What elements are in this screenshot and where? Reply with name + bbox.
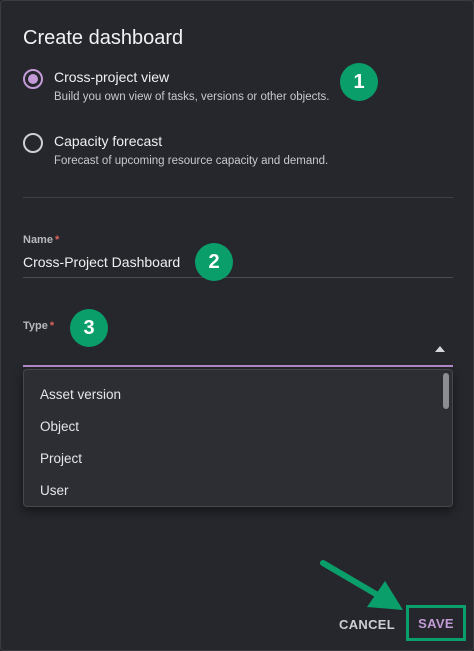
radio-button[interactable] bbox=[23, 133, 43, 153]
save-button[interactable]: SAVE bbox=[406, 605, 466, 641]
radio-label: Capacity forecast bbox=[54, 133, 163, 149]
required-marker: * bbox=[54, 234, 60, 246]
dropdown-option-user[interactable]: User bbox=[24, 475, 452, 506]
name-label-text: Name bbox=[23, 234, 53, 246]
dialog-title: Create dashboard bbox=[23, 27, 184, 49]
caret-up-icon[interactable] bbox=[435, 346, 445, 352]
section-divider bbox=[23, 197, 453, 198]
radio-option-cross-project[interactable]: Cross-project view Build you own view of… bbox=[23, 68, 330, 105]
name-input[interactable]: Cross-Project Dashboard bbox=[23, 254, 180, 270]
type-label-text: Type bbox=[23, 320, 48, 332]
dropdown-option-asset-version[interactable]: Asset version bbox=[24, 379, 452, 411]
radio-description: Build you own view of tasks, versions or… bbox=[54, 91, 330, 103]
radio-label: Cross-project view bbox=[54, 69, 170, 85]
dropdown-option-project[interactable]: Project bbox=[24, 443, 452, 475]
radio-description: Forecast of upcoming resource capacity a… bbox=[54, 155, 329, 167]
cancel-button[interactable]: CANCEL bbox=[339, 617, 395, 632]
annotation-badge-1: 1 bbox=[340, 63, 378, 101]
radio-button-selected[interactable] bbox=[23, 69, 43, 89]
name-input-underline bbox=[23, 277, 453, 278]
name-field-label: Name * bbox=[23, 234, 59, 246]
annotation-badge-2: 2 bbox=[195, 243, 233, 281]
dropdown-option-object[interactable]: Object bbox=[24, 411, 452, 443]
annotation-badge-3: 3 bbox=[70, 309, 108, 347]
required-marker: * bbox=[49, 320, 55, 332]
arrow-icon bbox=[320, 560, 403, 610]
type-select-underline[interactable] bbox=[23, 365, 453, 367]
create-dashboard-dialog: Create dashboard Cross-project view Buil… bbox=[0, 0, 474, 651]
type-dropdown-menu: Asset version Object Project User bbox=[23, 369, 453, 507]
type-field-label: Type * bbox=[23, 320, 54, 332]
dropdown-scrollbar[interactable] bbox=[443, 373, 449, 409]
radio-option-capacity-forecast[interactable]: Capacity forecast Forecast of upcoming r… bbox=[23, 132, 328, 169]
